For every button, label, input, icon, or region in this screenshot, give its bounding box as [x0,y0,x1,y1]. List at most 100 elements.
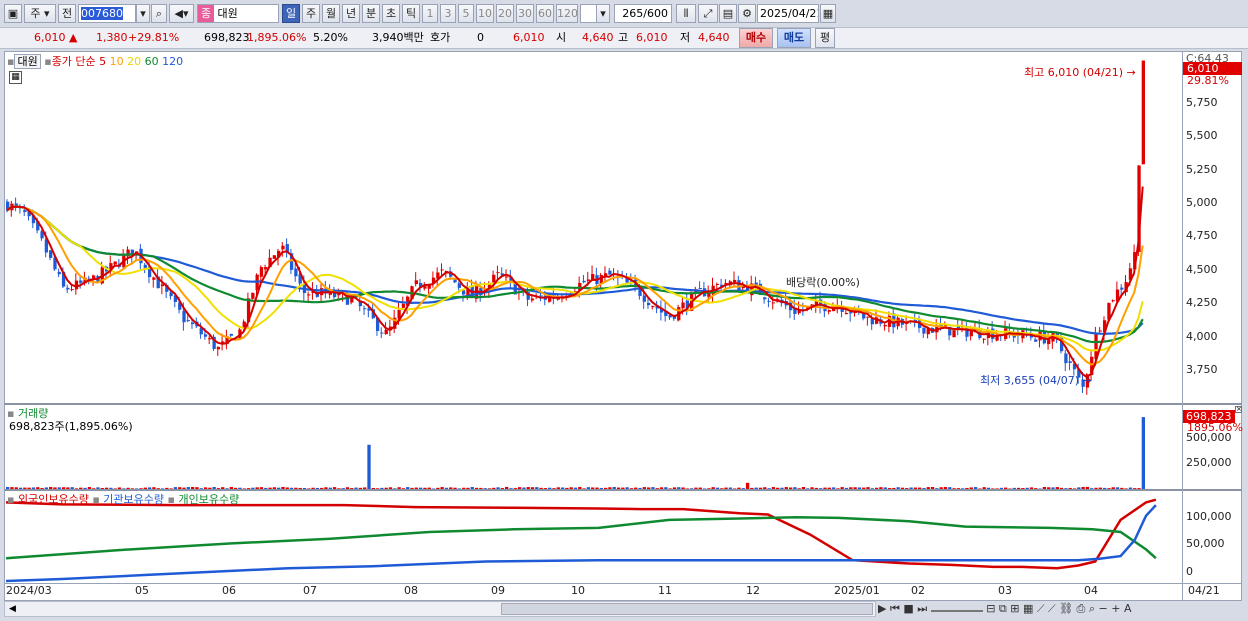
calendar-icon[interactable]: ▦ [820,4,836,23]
y-tick: 5,000 [1186,196,1218,209]
count-field[interactable]: 265/600 [614,4,672,23]
period-tick-button[interactable]: 틱 [402,4,420,23]
candle-body [646,302,651,306]
date-field[interactable]: 2025/04/21 [757,4,819,23]
candle-body [608,270,612,275]
trend2-icon[interactable]: ⟋ [1048,602,1056,615]
draw-tool-icon[interactable]: ⤢ [698,4,718,23]
close-icon[interactable]: × [1235,406,1242,413]
interval-3-button[interactable]: 3 [440,4,456,23]
buy-button[interactable]: 매수 [739,28,773,48]
layout-icon[interactable]: ⊟ [986,602,995,615]
table-toggle-icon[interactable]: ▦ [9,71,22,84]
interval-5-button[interactable]: 5 [458,4,474,23]
period-second-button[interactable]: 초 [382,4,400,23]
high-annotation: 최고 6,010 (04/21) → [1024,66,1136,79]
institution-holdings-line [5,504,1157,583]
period-minute-button[interactable]: 분 [362,4,380,23]
period-day-button[interactable]: 일 [282,4,300,23]
window-menu-icon[interactable]: ▣ [4,4,22,23]
y-tick: 500,000 [1186,431,1232,444]
zoom-in-icon[interactable]: + [1111,602,1120,615]
stop-icon[interactable]: ■ [903,602,913,615]
next-page-icon[interactable]: ⏭ [917,602,927,615]
volume-chart[interactable] [4,405,1182,489]
grid-icon[interactable]: ▦ [1023,602,1033,615]
zoom-icon[interactable]: ⌕ [1089,602,1095,615]
candle-body [251,292,255,299]
horizontal-scrollbar[interactable]: ◀ [4,601,876,617]
legend-bullet-icon: ▪ [92,493,100,506]
candle-type-icon[interactable]: ⫴ [676,4,696,23]
candle-body [982,338,986,340]
zoom-slider[interactable] [930,604,983,612]
interval-30-button[interactable]: 30 [516,4,534,23]
print-icon[interactable]: ⎙ [1077,602,1086,615]
split-icon[interactable]: ⊞ [1010,602,1019,615]
panel-divider[interactable] [4,403,1242,405]
candle-body [651,306,655,308]
interval-60-button[interactable]: 60 [536,4,554,23]
candle-body [401,303,406,308]
trend-icon[interactable]: ⟋ [1037,602,1045,615]
scroll-thumb[interactable] [501,603,873,615]
first-page-icon[interactable]: ⏮ [890,602,900,615]
interval-dropdown-icon[interactable]: ▾ [596,4,610,23]
period-week-button[interactable]: 주 [302,4,320,23]
y-tick: 50,000 [1186,537,1225,550]
open-label: 시 [556,31,567,44]
sell-button[interactable]: 매도 [777,28,811,48]
candle-body [74,280,79,290]
low-price: 4,640 [698,31,730,44]
scroll-right-icon[interactable]: ▶ [878,602,886,615]
volume-bar [367,444,371,489]
link-icon[interactable]: ⛓ [1059,602,1073,615]
save-icon[interactable]: ▤ [719,4,737,23]
y-tick: 100,000 [1186,510,1232,523]
ma120-label: 120 [162,55,184,68]
copy-icon[interactable]: ⧉ [999,602,1007,615]
candle-body [1141,60,1145,165]
y-tick: 5,500 [1186,129,1218,142]
candle-body [1068,361,1072,363]
candle-body [698,287,702,289]
ma60-line [6,205,1144,344]
stock-code-input[interactable]: 007680 [78,4,136,23]
interval-1-button[interactable]: 1 [422,4,438,23]
price-chart[interactable] [4,52,1182,403]
candle-body [70,289,74,291]
zoom-out-icon[interactable]: − [1099,602,1108,615]
speaker-icon[interactable]: ◀▾ [169,4,194,23]
candle-body [380,332,384,334]
market-select[interactable]: 주 ▾ [24,4,56,23]
search-icon[interactable]: ⌕ [151,4,167,23]
font-size-icon[interactable]: A [1124,602,1132,615]
candle-body [1120,287,1124,290]
candle-body [440,269,444,271]
ma-title: 종가 단순 [51,55,96,68]
interval-10-button[interactable]: 10 [476,4,494,23]
interval-20-button[interactable]: 20 [496,4,514,23]
legend-bullet-icon: ▪ [7,493,15,506]
candle-body [849,312,853,314]
x-axis-divider [4,583,1242,584]
prev-stock-button[interactable]: 전 [58,4,76,23]
interval-120-button[interactable]: 120 [556,4,578,23]
period-year-button[interactable]: 년 [342,4,360,23]
trade-amount: 3,940백만 [372,31,424,44]
code-dropdown-icon[interactable]: ▾ [136,4,150,23]
change-percent: +29.81% [128,31,180,44]
x-tick: 11 [658,584,672,597]
stock-label: 대원 [14,54,41,69]
price-legend[interactable]: ▪ 대원 ▪종가 단순 5 10 20 60 120 [7,53,183,69]
volume-ratio: 1,895.06% [247,31,307,44]
eval-button[interactable]: 평 [815,28,835,48]
arrow-right-icon: → [1082,374,1092,387]
gear-icon[interactable]: ⚙ [738,4,756,23]
candle-body [969,331,973,337]
period-month-button[interactable]: 월 [322,4,340,23]
scroll-left-icon[interactable]: ◀ [6,603,19,615]
candle-body [733,279,737,283]
candle-body [190,322,195,325]
holdings-legend: ▪ 외국인보유수량 ▪ 기관보유수량 ▪ 개인보유수량 [7,491,239,507]
